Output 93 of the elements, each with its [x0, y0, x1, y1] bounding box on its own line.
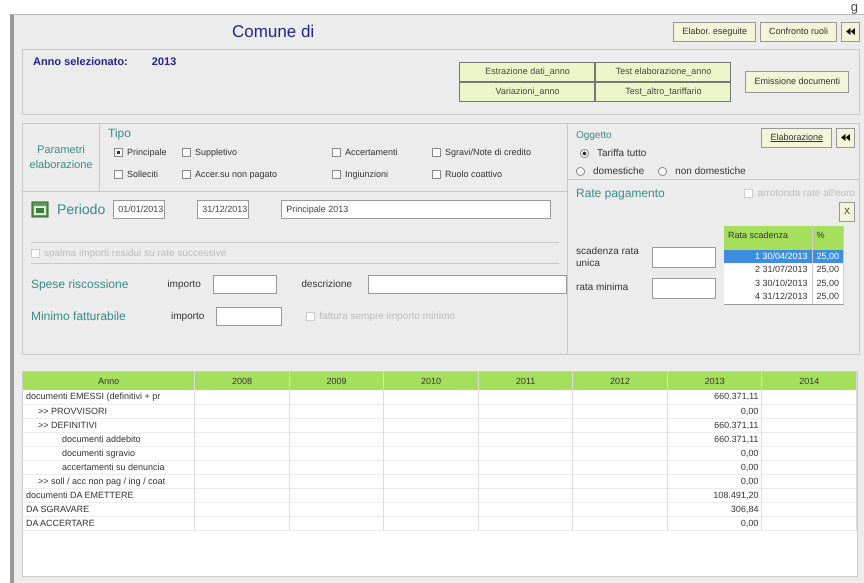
field-label: importo [171, 310, 204, 324]
date-field[interactable]: 01/01/2013 [113, 200, 166, 218]
checkbox-label: Solleciti [127, 168, 158, 180]
field-label: descrizione [301, 278, 352, 292]
amount-field[interactable] [212, 274, 278, 294]
column-header: 2013 [667, 372, 762, 390]
table-cell: 108.491,20 [667, 488, 762, 502]
row-label: DA SGRAVARE [23, 502, 195, 516]
calendar-icon[interactable] [31, 200, 49, 218]
action-button[interactable]: Estrazione dati_anno [459, 62, 596, 82]
table-row[interactable]: 4 31/12/2013 25,00 [724, 290, 844, 304]
description-field[interactable] [368, 274, 567, 294]
window-button[interactable]: Confronto ruoli [760, 22, 837, 42]
table-cell: 0,00 [667, 460, 762, 474]
checkbox-label: Ingiunzioni [345, 168, 388, 181]
row-label: >> PROVVISORI [23, 404, 195, 418]
column-header: 2011 [478, 372, 573, 390]
date-field[interactable]: 31/12/2013 [197, 200, 250, 218]
checkbox-label: Sgravi/Note di credito [445, 146, 532, 159]
checkbox[interactable] [114, 170, 123, 179]
table-cell: 306,84 [667, 502, 762, 516]
year-label: Anno selezionato: [33, 55, 128, 70]
emission-button[interactable]: Emissione documenti [745, 71, 849, 93]
section-title: Rate pagamento [576, 185, 665, 202]
column-header: 2009 [289, 372, 384, 390]
table-cell: 0,00 [667, 516, 762, 530]
radio-button[interactable] [580, 149, 589, 158]
checkbox[interactable] [182, 170, 191, 179]
radio-button[interactable] [658, 167, 668, 176]
radio-label: non domestiche [675, 165, 746, 179]
row-label: >> DEFINITIVI [23, 418, 195, 432]
type-label: Tipo [108, 125, 132, 142]
amount-field[interactable] [216, 306, 282, 326]
table-row[interactable]: 3 30/10/2013 25,00 [724, 276, 844, 290]
checkbox-label: Accer.su non pagato [195, 168, 278, 181]
table-cell: 660.371,11 [667, 432, 762, 446]
table-cell: 0,00 [667, 446, 762, 460]
column-header: 2012 [572, 372, 668, 390]
checkbox[interactable] [432, 170, 441, 179]
checkbox-label: Suppletivo [195, 146, 238, 159]
arrow-icon [841, 133, 850, 142]
field-label: importo [167, 278, 201, 292]
row-label: documenti sgravio [23, 446, 195, 460]
input-field[interactable] [652, 278, 716, 298]
window-button[interactable]: Elabor. eseguite [673, 22, 756, 42]
table-cell: 0,00 [667, 404, 762, 418]
corner-text: g [850, 0, 858, 14]
checkbox[interactable] [432, 148, 441, 158]
row-label: documenti DA EMETTERE [23, 488, 195, 502]
table-cell: 660.371,11 [667, 390, 762, 404]
checkbox[interactable] [182, 148, 191, 158]
field-label: rata minima [576, 282, 630, 294]
table-row[interactable]: 2 31/07/2013 25,00 [724, 263, 844, 276]
row-label: DA ACCERTARE [23, 516, 195, 530]
field-label: scadenza rata unica [576, 246, 640, 270]
arrow-icon [846, 27, 855, 36]
table-cell: 0,00 [667, 474, 762, 488]
action-button[interactable]: Variazioni_anno [459, 82, 596, 102]
elaboration-button[interactable]: Elaborazione [761, 128, 832, 148]
description-field[interactable]: Principale 2013 [281, 200, 552, 218]
object-label: Oggetto [576, 129, 613, 143]
section-label: Spese riscossione [31, 276, 130, 293]
checkbox-label: Principale [127, 146, 167, 159]
column-header: % [812, 226, 844, 250]
params-title: Parametri elaborazione [23, 124, 100, 191]
column-header: 2010 [384, 372, 478, 390]
row-label: documenti EMESSI (definitivi + pr [23, 390, 195, 404]
checkbox-label: Accertamenti [345, 146, 398, 159]
input-field[interactable] [652, 247, 716, 268]
row-label: >> soll / acc non pag / ing / coat [23, 474, 195, 488]
year-value: 2013 [152, 55, 176, 70]
section-label: Minimo fatturabile [31, 308, 127, 325]
action-button[interactable]: Test_altro_tariffario [595, 82, 732, 102]
close-button[interactable]: X [838, 202, 855, 222]
checkbox-label: Ruolo coattivo [445, 168, 502, 180]
column-header: Anno [23, 372, 195, 390]
checkbox[interactable] [332, 170, 341, 179]
arrow-button[interactable] [836, 128, 855, 148]
radio-label: Tariffa tutto [597, 147, 646, 161]
period-label: Periodo [57, 200, 106, 218]
column-header: 2008 [194, 372, 290, 390]
action-button[interactable]: Test elaborazione_anno [595, 62, 732, 82]
row-label: accertamenti su denuncia [23, 460, 195, 474]
row-label: documenti addebito [23, 432, 195, 446]
column-header: Rata scadenza [724, 226, 812, 250]
arrow-button[interactable] [841, 22, 860, 42]
radio-button[interactable] [576, 167, 585, 176]
column-header: 2014 [762, 372, 856, 390]
checkbox[interactable] [332, 148, 341, 158]
radio-label: domestiche [593, 165, 644, 179]
checkbox[interactable] [114, 148, 123, 158]
table-cell: 660.371,11 [667, 418, 762, 432]
window-title: Comune di [232, 21, 314, 44]
